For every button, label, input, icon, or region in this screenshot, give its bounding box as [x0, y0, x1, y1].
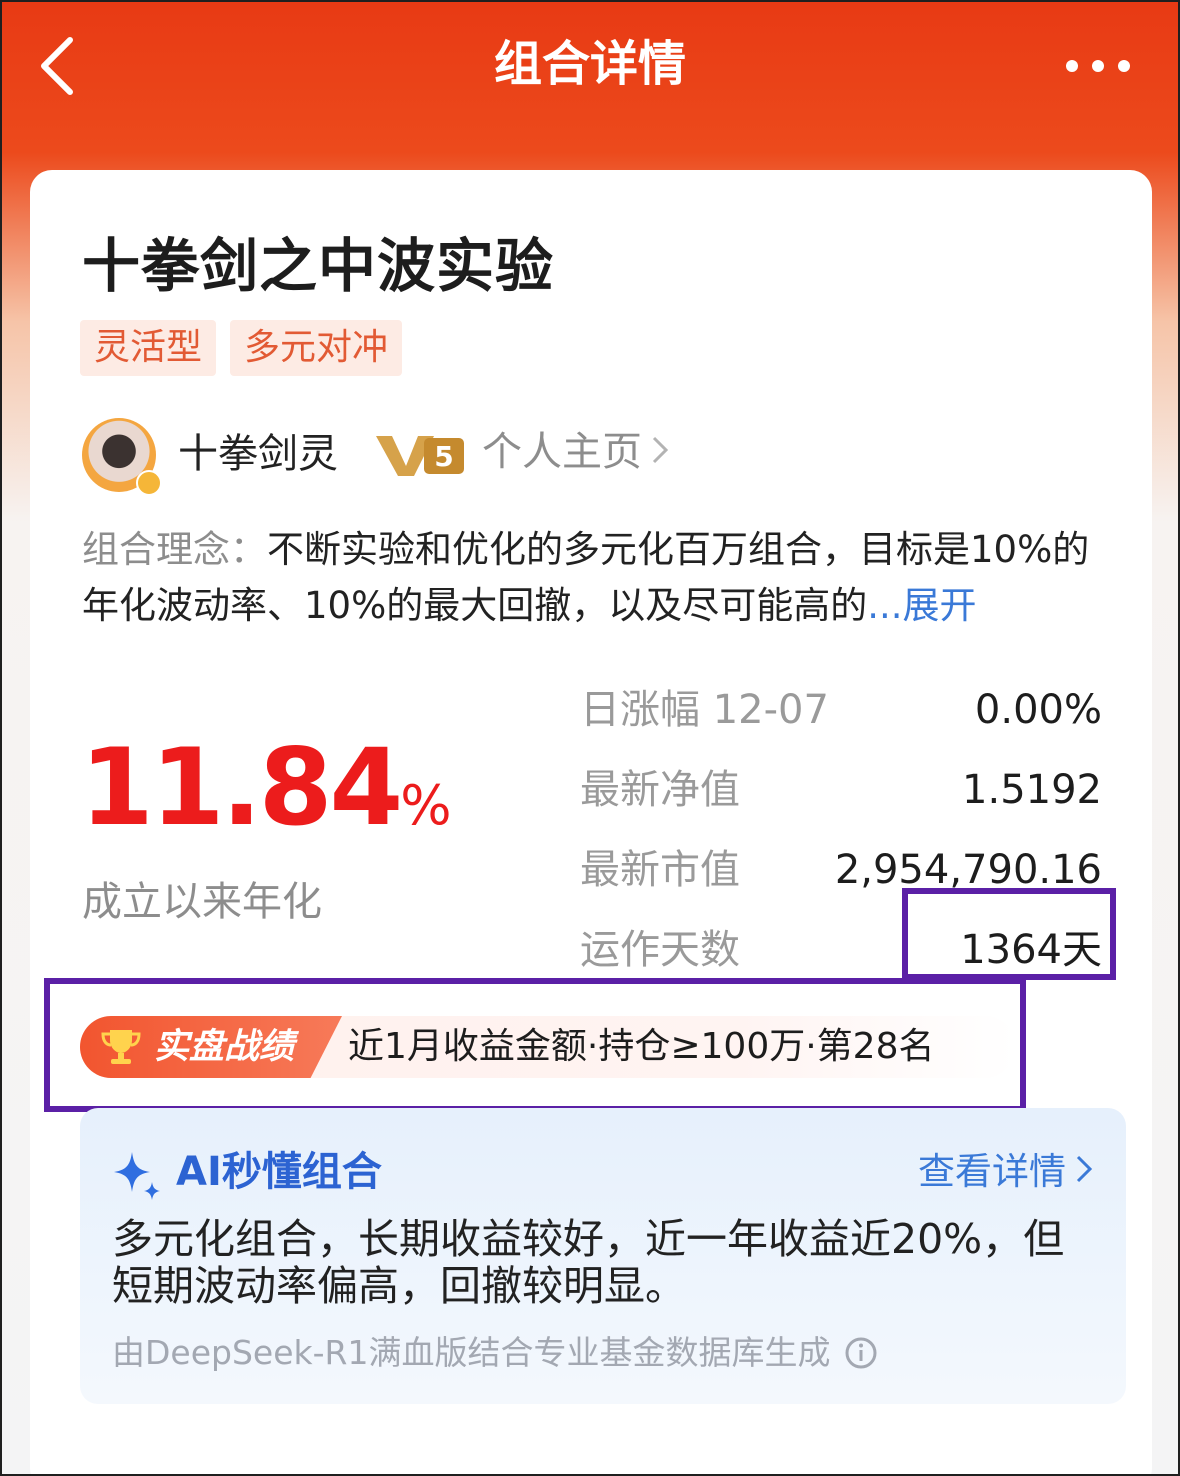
ai-summary-card: AI秒懂组合 查看详情 多元化组合，长期收益较好，近一年收益近20%，但短期波动…	[80, 1108, 1126, 1404]
ai-summary-text: 多元化组合，长期收益较好，近一年收益近20%，但短期波动率偏高，回撤较明显。	[112, 1215, 1065, 1310]
portfolio-card: 十拳剑之中波实验 灵活型 多元对冲 十拳剑灵 5 个人主页 组合理念：不断实验和…	[30, 170, 1152, 1474]
header: 组合详情	[2, 2, 1178, 132]
portfolio-name: 十拳剑之中波实验	[82, 232, 555, 300]
info-icon[interactable]	[844, 1336, 878, 1370]
portfolio-tags: 灵活型 多元对冲	[80, 320, 403, 376]
tag: 灵活型	[80, 320, 217, 376]
homepage-label: 个人主页	[482, 429, 642, 475]
stat-nav: 最新净值 1.5192	[580, 752, 1102, 832]
level-number: 5	[434, 440, 453, 473]
homepage-link[interactable]: 个人主页	[482, 422, 672, 482]
stat-label: 日涨幅 12-07	[580, 687, 829, 733]
annualized-return-label: 成立以来年化	[82, 879, 322, 925]
author-name[interactable]: 十拳剑灵	[178, 424, 338, 484]
expand-link[interactable]: 展开	[903, 584, 977, 627]
app-screen: 组合详情 十拳剑之中波实验 灵活型 多元对冲 十拳剑灵 5 个人主页 组合理念：…	[2, 2, 1178, 1474]
chevron-right-icon	[1076, 1155, 1093, 1183]
page-title: 组合详情	[493, 36, 686, 92]
level-badge-icon: 5	[376, 436, 464, 476]
stat-label: 运作天数	[580, 927, 740, 973]
view-details-link[interactable]: 查看详情	[918, 1144, 1096, 1200]
more-icon[interactable]	[1062, 48, 1134, 84]
stat-daily-change: 日涨幅 12-07 0.00%	[580, 672, 1102, 752]
concept-label: 组合理念：	[82, 528, 267, 571]
stat-value: 0.00%	[974, 687, 1102, 733]
concept-ellipsis: ...	[867, 584, 903, 627]
stat-label: 最新净值	[580, 767, 740, 813]
stat-value: 1.5192	[962, 767, 1102, 813]
ai-source-text: 由DeepSeek-R1满血版结合专业基金数据库生成	[112, 1333, 831, 1372]
annotation-box-running-days	[902, 888, 1116, 980]
annotation-box-ranking	[44, 978, 1026, 1112]
ai-source-note: 由DeepSeek-R1满血版结合专业基金数据库生成	[112, 1328, 878, 1378]
author-row[interactable]: 十拳剑灵 5 个人主页	[82, 418, 722, 496]
annualized-return: 11.84%	[80, 728, 452, 866]
chevron-right-icon	[652, 436, 669, 464]
stat-label: 最新市值	[580, 847, 740, 893]
annualized-return-unit: %	[400, 774, 452, 837]
ai-summary-title: AI秒懂组合	[176, 1149, 382, 1195]
view-details-label: 查看详情	[918, 1150, 1066, 1193]
portfolio-concept: 组合理念：不断实验和优化的多元化百万组合，目标是10%的年化波动率、10%的最大…	[82, 522, 1112, 634]
tag: 多元对冲	[230, 320, 403, 376]
verified-badge-icon	[136, 470, 162, 496]
annualized-return-value: 11.84	[80, 726, 403, 849]
sparkle-icon	[114, 1152, 160, 1200]
